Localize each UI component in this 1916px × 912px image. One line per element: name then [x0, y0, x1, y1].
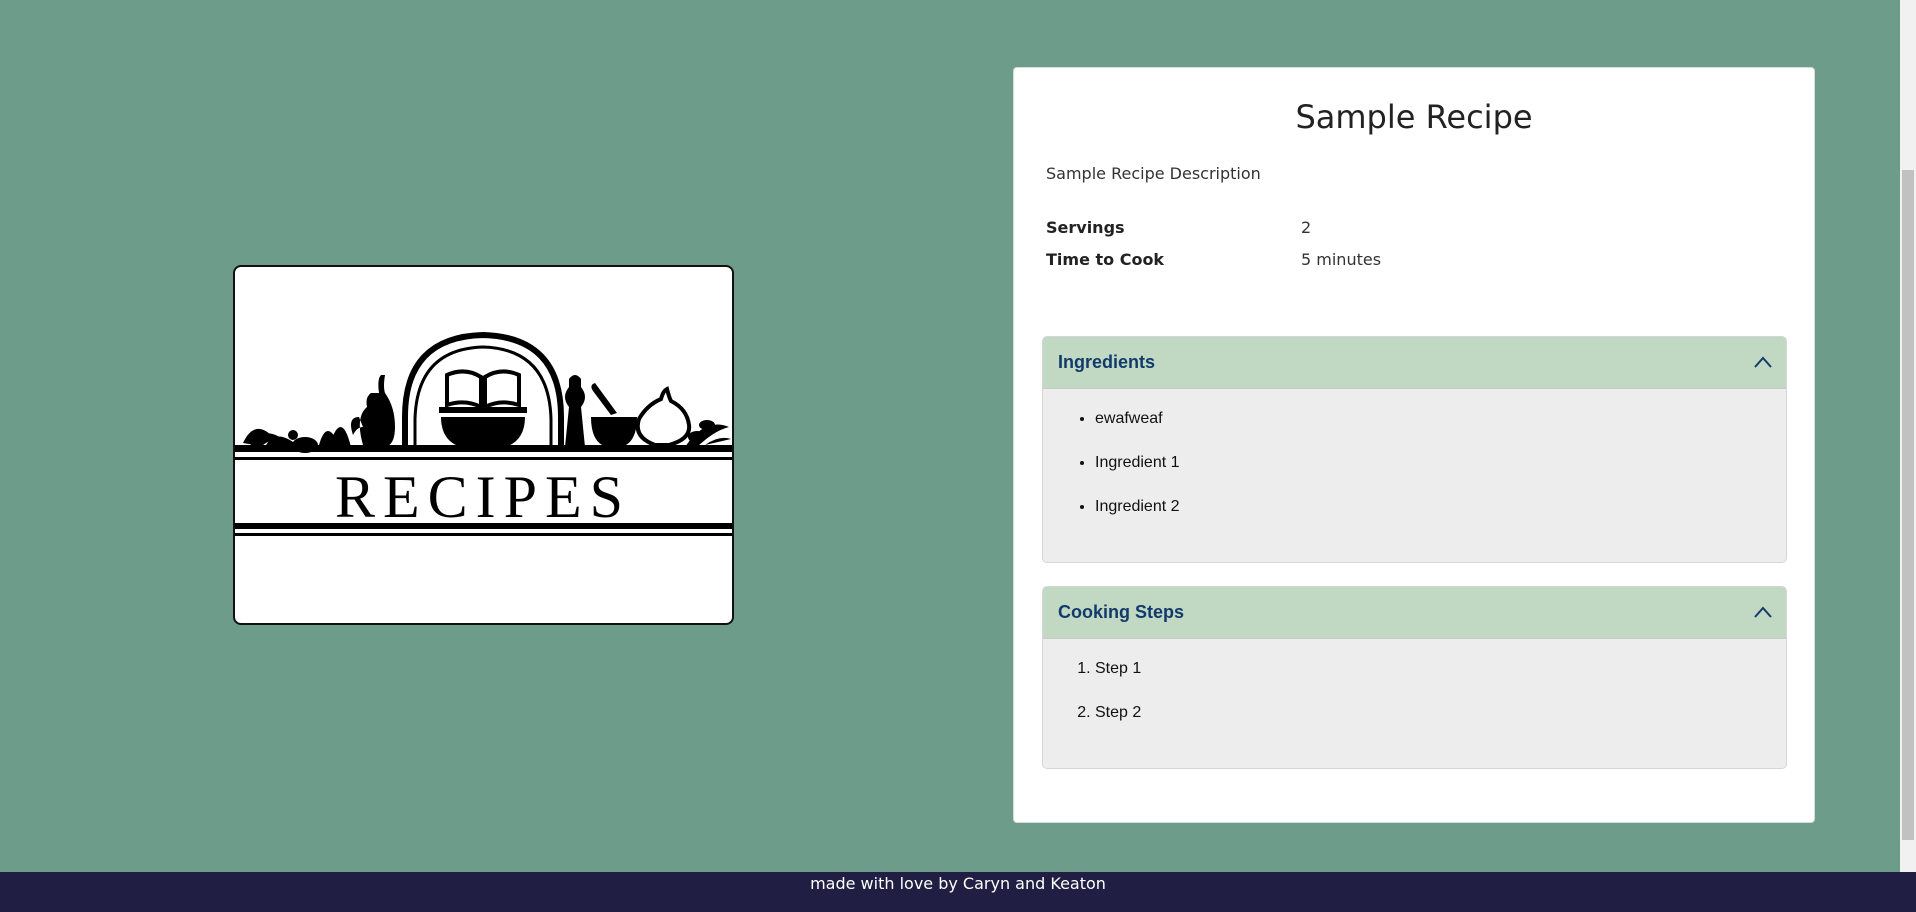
ingredients-list: ewafweaf Ingredient 1 Ingredient 2 [1043, 409, 1786, 541]
herbs-right-icon [685, 420, 731, 449]
logo-text: RECIPES [335, 464, 631, 530]
ingredients-body: ewafweaf Ingredient 1 Ingredient 2 [1043, 389, 1786, 541]
recipes-logo-image: RECIPES [235, 331, 732, 536]
pepper-mill-icon [565, 375, 585, 447]
cook-time-value: 5 minutes [1301, 250, 1382, 269]
servings-value: 2 [1301, 218, 1312, 237]
steps-body: Step 1 Step 2 [1043, 639, 1786, 747]
mortar-pestle-icon [591, 383, 637, 447]
steps-title: Cooking Steps [1058, 602, 1185, 622]
recipe-title: Sample Recipe [1295, 98, 1533, 136]
recipe-description: Sample Recipe Description [1046, 164, 1261, 183]
page-scrollbar[interactable] [1900, 0, 1916, 872]
recipes-logo-card: RECIPES [233, 265, 734, 625]
chevron-up-icon[interactable] [1754, 355, 1772, 369]
step-item: Step 1 [1095, 659, 1786, 703]
ingredients-accordion: Ingredients ewafweaf Ingredient 1 Ingred… [1042, 336, 1787, 563]
ingredient-item: ewafweaf [1095, 409, 1786, 453]
garlic-icon [635, 386, 692, 447]
jug-icon [351, 375, 395, 447]
cook-time-label: Time to Cook [1046, 250, 1165, 269]
open-book-icon [439, 369, 527, 413]
chevron-up-icon[interactable] [1754, 605, 1772, 619]
bowl-icon [441, 417, 525, 449]
steps-list: Step 1 Step 2 [1043, 659, 1786, 747]
footer-text: made with love by Caryn and Keaton [810, 874, 1106, 893]
step-item: Step 2 [1095, 703, 1786, 747]
footer: made with love by Caryn and Keaton [0, 872, 1916, 912]
ingredients-title: Ingredients [1058, 352, 1156, 372]
steps-accordion-header[interactable]: Cooking Steps [1043, 587, 1786, 639]
ingredients-accordion-header[interactable]: Ingredients [1043, 337, 1786, 389]
logo-band-bottom [235, 523, 732, 529]
recipe-card: Sample Recipe Sample Recipe Description … [1013, 67, 1815, 823]
ingredient-item: Ingredient 2 [1095, 497, 1786, 541]
servings-label: Servings [1046, 218, 1125, 237]
logo-band-top [235, 445, 732, 452]
scrollbar-thumb[interactable] [1902, 170, 1914, 840]
steps-accordion: Cooking Steps Step 1 Step 2 [1042, 586, 1787, 769]
ingredient-item: Ingredient 1 [1095, 453, 1786, 497]
